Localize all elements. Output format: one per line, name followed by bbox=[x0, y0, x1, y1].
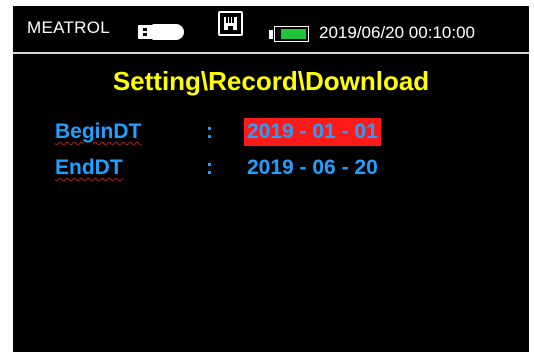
battery-level-fill bbox=[281, 29, 306, 39]
end-dt-value-field[interactable]: 2019 - 06 - 20 bbox=[247, 154, 378, 182]
end-dt-separator: : bbox=[206, 156, 213, 179]
page-title: Setting\Record\Download bbox=[112, 66, 430, 96]
usb-drive-icon bbox=[138, 24, 184, 42]
begin-dt-label: BeginDT bbox=[55, 120, 142, 143]
network-port-icon bbox=[218, 11, 243, 36]
brand-label: MEATROL bbox=[27, 18, 111, 37]
begin-dt-value-field[interactable]: 2019 - 01 - 01 bbox=[244, 118, 381, 146]
status-bar: MEATROL 2019/06/20 00:10:00 bbox=[13, 6, 529, 52]
status-divider bbox=[13, 52, 529, 54]
device-screen: MEATROL 2019/06/20 00:10:00 Setting\Reco… bbox=[13, 6, 529, 352]
begin-dt-separator: : bbox=[206, 120, 213, 143]
battery-icon bbox=[269, 26, 309, 42]
end-dt-label: EndDT bbox=[55, 156, 123, 179]
status-datetime: 2019/06/20 00:10:00 bbox=[319, 23, 475, 42]
